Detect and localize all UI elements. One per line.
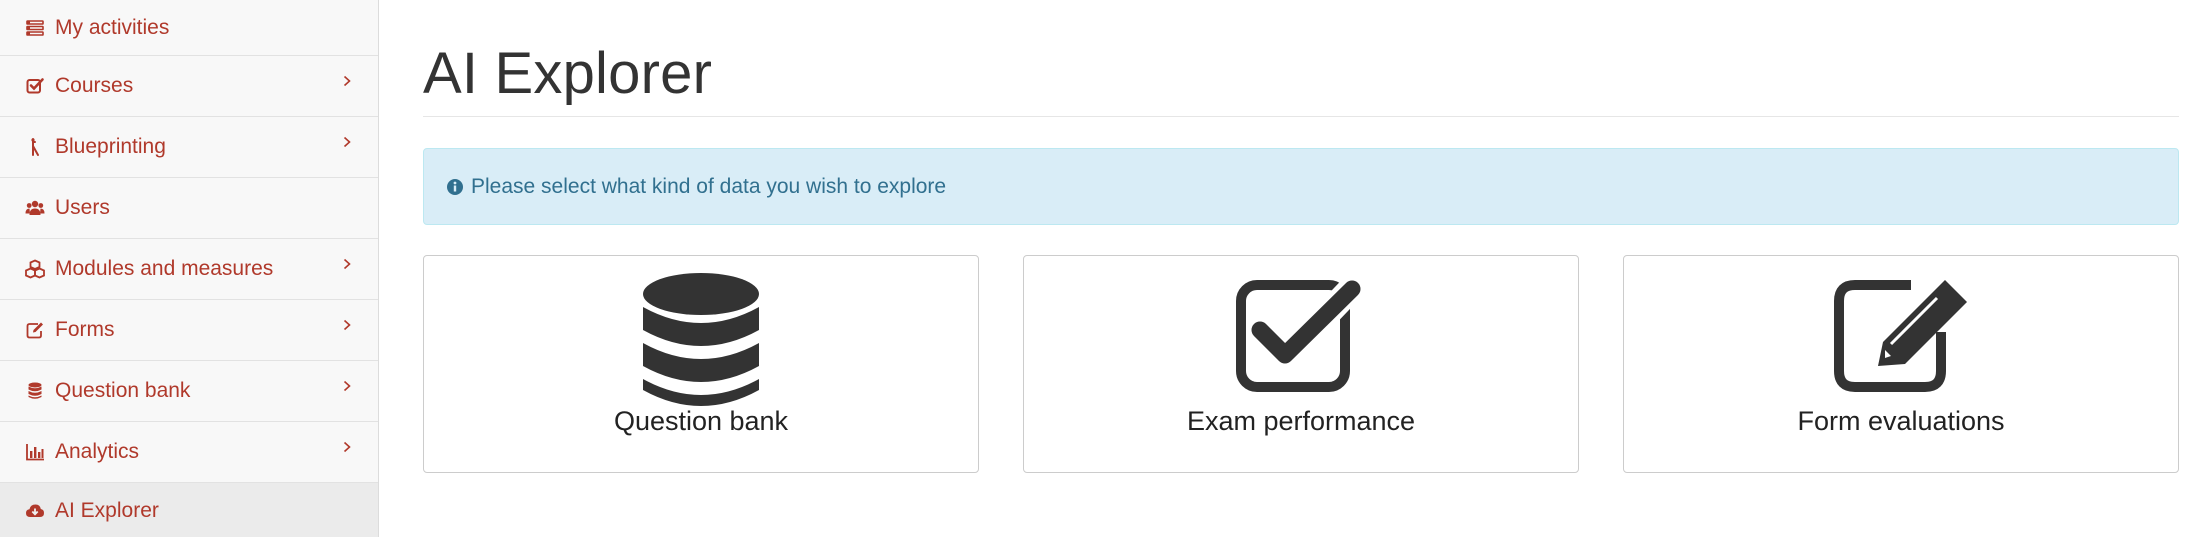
page-title: AI Explorer — [423, 41, 713, 106]
sidebar-item-question-bank[interactable]: Question bank — [0, 361, 378, 422]
database-icon — [424, 272, 978, 410]
users-icon — [24, 197, 46, 219]
card-label: Exam performance — [1186, 406, 1416, 436]
card-form-evaluations[interactable]: Form evaluations — [1623, 255, 2179, 473]
sidebar-item-modules-and-measures[interactable]: Modules and measures — [0, 239, 378, 300]
sidebar-item-my-activities[interactable]: My activities — [0, 0, 378, 56]
check-square-icon — [24, 75, 46, 97]
check-square-icon — [1024, 272, 1578, 410]
chevron-right-icon — [340, 379, 354, 393]
chevron-right-icon — [340, 318, 354, 332]
list-icon — [24, 17, 46, 39]
chevron-right-icon — [340, 74, 354, 88]
database-icon — [24, 380, 46, 402]
card-label: Form evaluations — [1797, 406, 2005, 436]
blueprint-icon — [24, 136, 46, 158]
alert-text: Please select what kind of data you wish… — [471, 174, 947, 198]
sidebar-item-ai-explorer[interactable]: AI Explorer — [0, 483, 378, 537]
sidebar-item-label: Question bank — [55, 379, 191, 402]
bar-chart-icon — [24, 441, 46, 463]
card-label: Question bank — [613, 406, 789, 436]
chevron-right-icon — [340, 440, 354, 454]
sidebar-item-label: Blueprinting — [55, 135, 166, 158]
sidebar-item-label: AI Explorer — [55, 499, 159, 522]
chevron-right-icon — [340, 257, 354, 271]
cloud-download-icon — [24, 500, 46, 522]
main-content: AI Explorer Please select what kind of d… — [379, 0, 2200, 537]
sidebar-item-label: My activities — [55, 15, 170, 39]
sidebar-item-analytics[interactable]: Analytics — [0, 422, 378, 483]
sidebar-item-label: Courses — [55, 74, 134, 97]
edit-icon — [1624, 272, 2178, 410]
card-exam-performance[interactable]: Exam performance — [1023, 255, 1579, 473]
card-question-bank[interactable]: Question bank — [423, 255, 979, 473]
sidebar-item-users[interactable]: Users — [0, 178, 378, 239]
info-circle-icon — [446, 178, 464, 196]
cubes-icon — [24, 258, 46, 280]
app-root: My activities Courses Blueprinting Users… — [0, 0, 2200, 537]
sidebar-item-courses[interactable]: Courses — [0, 56, 378, 117]
chevron-right-icon — [340, 135, 354, 149]
sidebar-item-label: Forms — [55, 318, 115, 341]
sidebar-item-label: Analytics — [55, 440, 140, 463]
info-alert: Please select what kind of data you wish… — [423, 148, 2179, 225]
sidebar-item-label: Users — [55, 196, 110, 219]
sidebar: My activities Courses Blueprinting Users… — [0, 0, 379, 537]
sidebar-item-label: Modules and measures — [55, 257, 274, 280]
edit-icon — [24, 319, 46, 341]
sidebar-item-blueprinting[interactable]: Blueprinting — [0, 117, 378, 178]
title-divider — [423, 116, 2179, 117]
sidebar-item-forms[interactable]: Forms — [0, 300, 378, 361]
